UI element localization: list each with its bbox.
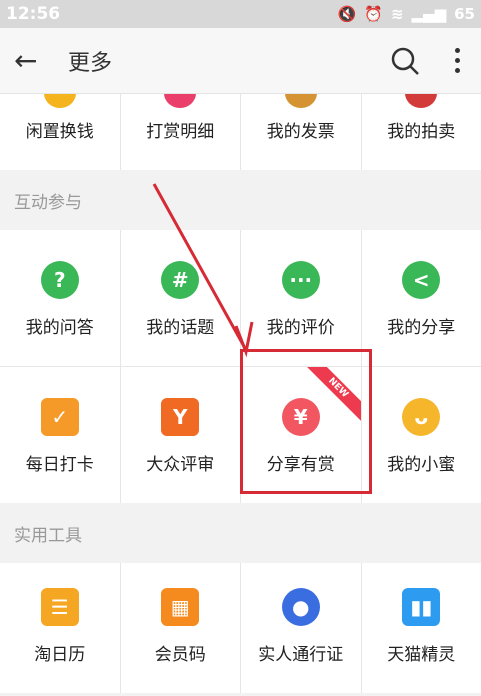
calendar-check-icon: ✓ — [40, 398, 79, 436]
grid-item-label: 我的评价 — [266, 318, 335, 338]
back-arrow-icon[interactable]: ← — [14, 44, 50, 77]
review-icon-glyph: Y — [173, 405, 188, 429]
money-bag-icon: ¥ — [281, 398, 320, 436]
qrcode-icon: ▦ — [161, 588, 200, 626]
grid-item-reward-detail[interactable]: 打赏明细 — [120, 94, 240, 170]
grid-item-label: 我的小蜜 — [387, 455, 456, 475]
grid-item-id-verify[interactable]: ● 实人通行证 — [241, 563, 361, 693]
hashtag-icon: # — [161, 261, 200, 299]
tmall-genie-icon-glyph: ▮▮ — [410, 595, 433, 619]
grid-item-calendar[interactable]: ☰ 淘日历 — [0, 563, 120, 693]
review-icon: Y — [161, 398, 200, 436]
grid-item-question[interactable]: ? 我的问答 — [0, 230, 120, 366]
grid-item-label: 天猫精灵 — [387, 645, 456, 665]
grid-item-label: 我的话题 — [146, 318, 215, 338]
invoice-icon — [284, 94, 317, 108]
comment-icon: ··· — [281, 261, 320, 299]
grid-item-label: 会员码 — [154, 645, 206, 665]
grid-item-label: 实人通行证 — [258, 645, 344, 665]
grid-item-label: 分享有赏 — [266, 455, 335, 475]
grid-item-money-bag[interactable]: NEW ¥ 分享有赏 — [241, 367, 361, 503]
calendar-icon-glyph: ☰ — [50, 595, 69, 619]
battery-level: 65 — [454, 5, 475, 23]
hashtag-icon-glyph: # — [171, 268, 189, 292]
assistant-icon-glyph: ᴗ — [414, 405, 429, 429]
status-time: 12:56 — [6, 4, 61, 24]
grid-item-label: 每日打卡 — [25, 455, 94, 475]
grid-item-comment[interactable]: ··· 我的评价 — [241, 230, 361, 366]
app-bar: ← 更多 — [0, 28, 481, 94]
calendar-icon: ☰ — [40, 588, 79, 626]
idle-sell-icon — [43, 94, 76, 108]
grid-item-idle-sell[interactable]: 闲置换钱 — [0, 94, 120, 170]
section-title-interact: 互动参与 — [0, 170, 481, 230]
auction-icon — [405, 94, 438, 108]
grid-item-label: 淘日历 — [34, 645, 86, 665]
share-icon: < — [402, 261, 441, 299]
grid-item-qrcode[interactable]: ▦ 会员码 — [120, 563, 240, 693]
tmall-genie-icon: ▮▮ — [402, 588, 441, 626]
top-row-grid: 闲置换钱 打赏明细 我的发票 我的拍卖 — [0, 94, 481, 170]
status-bar: 12:56 🔇 ⏰ ≋ ▂▄▆ 65 — [0, 0, 481, 28]
grid-item-share[interactable]: < 我的分享 — [361, 230, 481, 366]
money-bag-icon-glyph: ¥ — [293, 405, 308, 429]
section-title-tools: 实用工具 — [0, 503, 481, 563]
more-options-icon[interactable] — [447, 48, 467, 73]
tools-grid: ☰ 淘日历 ▦ 会员码 ● 实人通行证 ▮▮ 天猫精灵 — [0, 563, 481, 693]
wifi-icon: ≋ — [390, 5, 404, 23]
grid-item-auction[interactable]: 我的拍卖 — [361, 94, 481, 170]
question-icon: ? — [40, 261, 79, 299]
interact-grid: ? 我的问答 # 我的话题 ··· 我的评价 < 我的分享 ✓ 每日打卡 Y 大众评审 NEW ¥ 分享有赏… — [0, 230, 481, 503]
search-icon[interactable] — [385, 41, 425, 81]
qrcode-icon-glyph: ▦ — [170, 595, 190, 619]
id-verify-icon-glyph: ● — [292, 595, 310, 619]
grid-item-invoice[interactable]: 我的发票 — [241, 94, 361, 170]
signal-icon: ▂▄▆ — [411, 5, 447, 23]
reward-detail-icon — [164, 94, 197, 108]
grid-item-label: 我的分享 — [387, 318, 456, 338]
id-verify-icon: ● — [281, 588, 320, 626]
grid-item-assistant[interactable]: ᴗ 我的小蜜 — [361, 367, 481, 503]
alarm-icon: ⏰ — [364, 5, 383, 23]
question-icon-glyph: ? — [53, 268, 66, 292]
comment-icon-glyph: ··· — [289, 268, 313, 292]
grid-item-label: 我的问答 — [25, 318, 94, 338]
grid-item-review[interactable]: Y 大众评审 — [120, 367, 240, 503]
share-icon-glyph: < — [412, 268, 430, 292]
grid-item-tmall-genie[interactable]: ▮▮ 天猫精灵 — [361, 563, 481, 693]
mute-icon: 🔇 — [337, 5, 357, 23]
page-title: 更多 — [68, 50, 113, 76]
grid-item-label: 大众评审 — [146, 455, 215, 475]
grid-item-hashtag[interactable]: # 我的话题 — [120, 230, 240, 366]
assistant-icon: ᴗ — [402, 398, 441, 436]
calendar-check-icon-glyph: ✓ — [51, 405, 69, 429]
grid-item-calendar-check[interactable]: ✓ 每日打卡 — [0, 367, 120, 503]
